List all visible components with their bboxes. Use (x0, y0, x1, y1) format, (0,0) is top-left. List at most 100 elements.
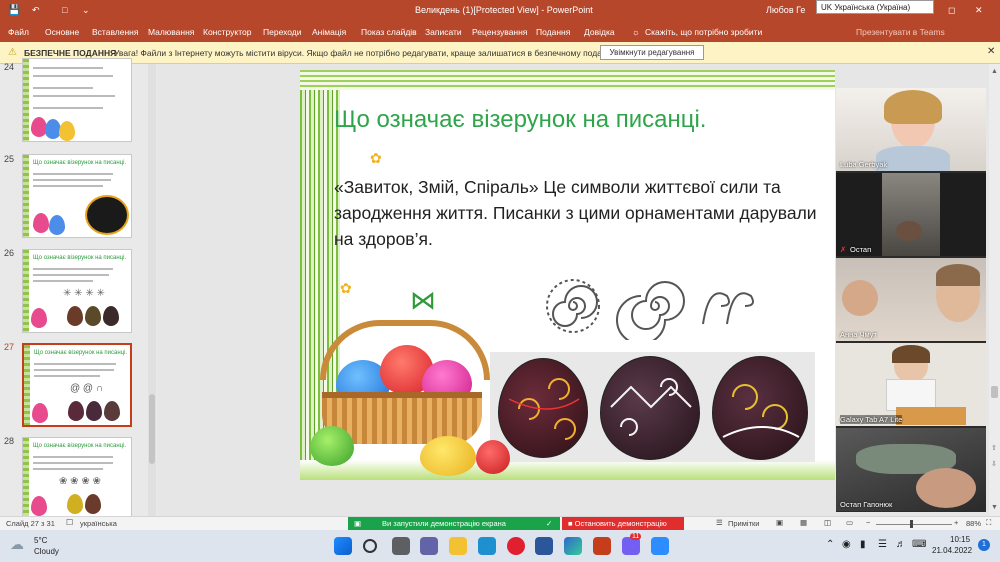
enable-editing-button[interactable]: Увімкнути редагування (600, 45, 704, 60)
ribbon-tabs: Файл Основне Вставлення Малювання Констр… (0, 22, 1000, 42)
zoom-level[interactable]: 88% (966, 519, 981, 528)
tab-animations[interactable]: Анімація (312, 27, 346, 37)
slide-thumbnail-27[interactable]: Що означає візерунок на писанці. @ @ ∩ (22, 343, 132, 427)
stop-sharing-button[interactable]: ■ Остановить демонстрацію (562, 517, 684, 531)
tab-help[interactable]: Довідка (584, 27, 615, 37)
tab-design[interactable]: Конструктор (203, 27, 251, 37)
protected-view-bar: ⚠ БЕЗПЕЧНЕ ПОДАННЯ Увага! Файли з Інтерн… (0, 42, 1000, 64)
document-title: Великдень (1)[Protected View] - PowerPoi… (415, 5, 593, 15)
word-icon[interactable] (535, 537, 553, 555)
slideshow-icon[interactable]: ▭ (846, 518, 853, 527)
participant-name: Galaxy Tab A7 Lite (840, 415, 903, 424)
edge-icon[interactable] (564, 537, 582, 555)
viber-badge: 11 (630, 533, 642, 540)
thumbnail-title: Що означає візерунок на писанці. (33, 255, 127, 261)
teams-chat-icon[interactable] (420, 537, 438, 555)
tab-transitions[interactable]: Переходи (263, 27, 302, 37)
tab-record[interactable]: Записати (425, 27, 462, 37)
participant-name: Luba Gerbyak (840, 160, 888, 169)
tab-insert[interactable]: Вставлення (92, 27, 138, 37)
scroll-prev-slide-icon[interactable]: ⇧ (991, 444, 997, 452)
slide-sorter-icon[interactable]: ▦ (800, 518, 807, 527)
spellcheck-icon[interactable]: ☐ (66, 518, 73, 527)
pysanka-egg (498, 358, 588, 458)
tab-draw[interactable]: Малювання (148, 27, 194, 37)
ribbon-bow-icon: ⋈ (410, 285, 436, 315)
notes-icon[interactable]: ☰ (716, 518, 723, 527)
tell-me-search[interactable]: Скажіть, що потрібно зробити (645, 27, 762, 37)
present-in-teams[interactable]: Презентувати в Teams (856, 27, 945, 37)
clock-date[interactable]: 21.04.2022 (932, 546, 972, 555)
weather-condition[interactable]: Cloudy (34, 547, 59, 556)
close-icon[interactable]: ✕ (975, 5, 983, 16)
normal-view-icon[interactable]: ▣ (776, 518, 783, 527)
tab-file[interactable]: Файл (8, 27, 29, 37)
participant-video[interactable]: Luba Gerbyak (836, 88, 986, 171)
zoom-slider-thumb[interactable] (910, 520, 913, 528)
weather-temperature[interactable]: 5°C (34, 536, 47, 545)
language-status[interactable]: українська (80, 519, 117, 528)
thumbnail-number: 24 (4, 62, 15, 72)
participant-video[interactable]: ✗ Остап (836, 173, 986, 256)
status-bar: Слайд 27 з 31 ☐ українська ▣ Ви запустил… (0, 516, 1000, 531)
zoom-slider[interactable] (876, 524, 952, 525)
scroll-down-icon[interactable]: ▼ (991, 504, 998, 511)
stop-icon: ■ (568, 519, 573, 528)
tab-review[interactable]: Рецензування (472, 27, 527, 37)
notification-badge[interactable]: 1 (978, 539, 990, 551)
user-name[interactable]: Любов Ге (766, 5, 805, 15)
video-participants-panel: Luba Gerbyak ✗ Остап Анна Чмут Galaxy Ta… (836, 88, 986, 512)
flower-icon: ✿ (340, 280, 352, 296)
tab-home[interactable]: Основне (45, 27, 79, 37)
participant-video[interactable]: Анна Чмут (836, 258, 986, 341)
undo-icon[interactable]: ↶ (32, 5, 40, 16)
zoom-in-icon[interactable]: + (954, 518, 958, 527)
task-view-icon[interactable] (392, 537, 410, 555)
windows-start-icon[interactable] (334, 537, 352, 555)
fit-slide-icon[interactable]: ⛶ (986, 518, 991, 528)
presenter-icon[interactable]: □ (62, 5, 67, 15)
slide-thumbnail-26[interactable]: Що означає візерунок на писанці. ✳ ✳ ✳ ✳ (22, 249, 132, 333)
thumbnails-scrollbar[interactable] (148, 64, 156, 516)
search-icon[interactable] (363, 539, 377, 553)
scroll-next-slide-icon[interactable]: ⇩ (991, 460, 997, 468)
participant-video[interactable]: Остап Гапонюк (836, 428, 986, 511)
notes-button[interactable]: Примітки (728, 519, 759, 528)
opera-icon[interactable] (507, 537, 525, 555)
slide-scrollbar[interactable]: ▲ ⇧ ⇩ ▼ (989, 64, 1000, 516)
battery-icon[interactable]: ▮ (860, 539, 866, 550)
tab-view[interactable]: Подання (536, 27, 570, 37)
slide-thumbnail-28[interactable]: Що означає візерунок на писанці. ❀ ❀ ❀ ❀ (22, 437, 132, 521)
scroll-thumb[interactable] (991, 386, 998, 398)
zoom-tray-icon[interactable]: ◉ (842, 539, 851, 550)
spiral-symbols (546, 279, 754, 340)
participant-video[interactable]: Galaxy Tab A7 Lite (836, 343, 986, 426)
slide-thumbnail-25[interactable]: Що означає візерунок на писанці. (22, 154, 132, 238)
tray-chevron-icon[interactable]: ⌃ (826, 539, 834, 550)
quick-access-chevron-icon[interactable]: ⌄ (82, 5, 90, 16)
participant-name: Анна Чмут (840, 330, 877, 339)
skype-icon[interactable] (478, 537, 496, 555)
save-icon[interactable]: 💾 (8, 5, 20, 16)
cloud-icon: ☁ (10, 536, 24, 552)
volume-icon[interactable]: ♬ (896, 539, 906, 550)
powerpoint-icon[interactable] (593, 537, 611, 555)
clock-time[interactable]: 10:15 (950, 535, 970, 544)
reading-view-icon[interactable]: ◫ (824, 518, 831, 527)
zoom-icon[interactable] (651, 537, 669, 555)
scroll-up-icon[interactable]: ▲ (991, 68, 998, 75)
screen-share-status: ▣ Ви запустили демонстрацію екрана ✓ (348, 517, 560, 531)
slide-thumbnail-24[interactable] (22, 58, 132, 142)
lightbulb-icon: ☼ (632, 27, 640, 37)
wifi-icon[interactable]: ☰ (878, 539, 887, 550)
keyboard-icon[interactable]: ⌨ (912, 539, 926, 550)
tab-slideshow[interactable]: Показ слайдів (361, 27, 417, 37)
current-slide[interactable]: ✿ ✿ ✿ Що означає візерунок на писанці. «… (300, 70, 835, 480)
stop-sharing-label: Остановить демонстрацію (574, 519, 667, 528)
close-bar-icon[interactable]: ✕ (987, 46, 995, 57)
zoom-out-icon[interactable]: − (866, 518, 870, 527)
screen-share-status-text: Ви запустили демонстрацію екрана (382, 519, 506, 528)
file-explorer-icon[interactable] (449, 537, 467, 555)
restore-ribbon-icon[interactable]: ◻ (948, 5, 955, 16)
muted-mic-icon: ✗ (840, 245, 847, 254)
